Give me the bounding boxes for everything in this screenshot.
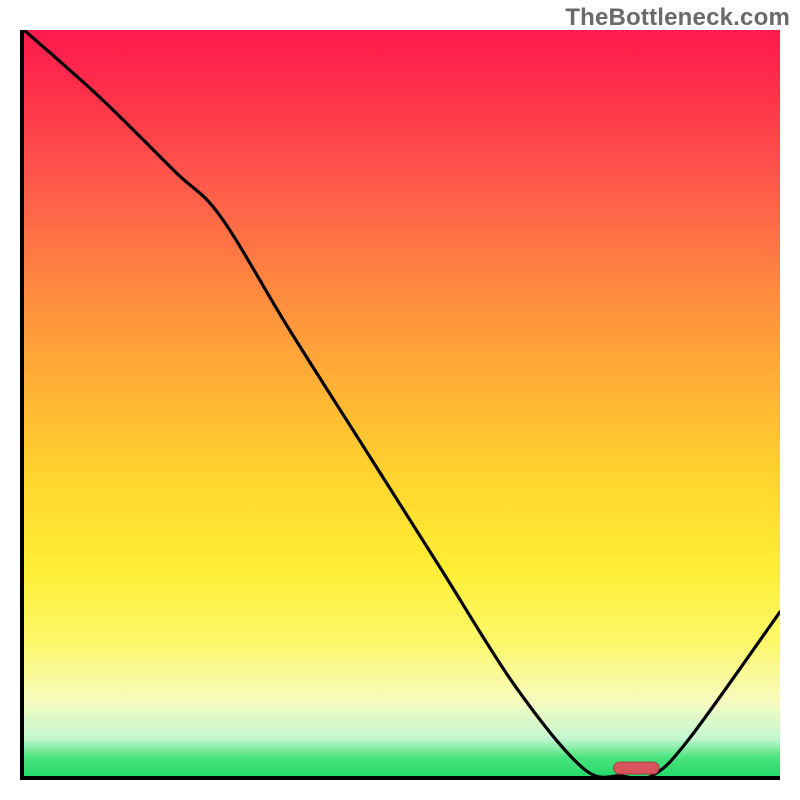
watermark-text: TheBottleneck.com [565,4,790,32]
bottleneck-chart: TheBottleneck.com [0,0,800,800]
optimum-marker [614,762,659,774]
bottleneck-curve-path [24,30,780,776]
curve-layer [24,30,780,776]
plot-area [20,30,780,780]
